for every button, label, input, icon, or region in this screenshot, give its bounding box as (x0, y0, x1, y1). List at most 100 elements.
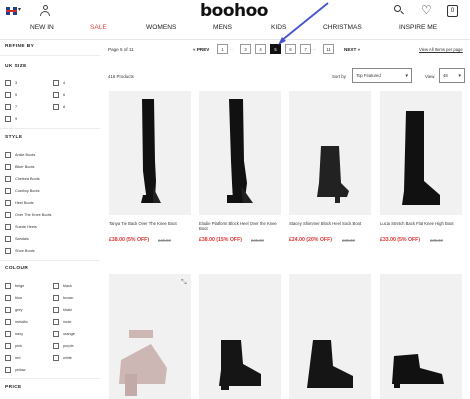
style-checkbox[interactable] (5, 212, 11, 218)
style-label: Sandals (15, 237, 29, 241)
colour-checkbox[interactable] (5, 283, 11, 289)
pagination-ellipsis: ... (230, 46, 234, 51)
product-image[interactable] (109, 91, 191, 215)
colour-label: grey (15, 308, 23, 312)
size-9-checkbox[interactable] (5, 116, 11, 122)
product-name[interactable]: Elodie Platform Block Heel Over the Knee… (199, 221, 281, 231)
nav-christmas[interactable]: CHRISTMAS (323, 24, 362, 31)
size-5-label: 5 (15, 93, 18, 97)
colour-checkbox[interactable] (5, 343, 11, 349)
style-checkbox[interactable] (5, 200, 11, 206)
nav-new-in[interactable]: NEW IN (30, 24, 54, 31)
colour-label: white (63, 356, 72, 360)
nav-mens[interactable]: MENS (213, 24, 232, 31)
nav-inspire-me[interactable]: INSPIRE ME (399, 24, 437, 31)
search-icon[interactable] (394, 5, 404, 15)
page-status: Page 5 of 11 (108, 47, 134, 52)
size-5-checkbox[interactable] (5, 92, 11, 98)
style-checkbox[interactable] (5, 248, 11, 254)
size-3-checkbox[interactable] (5, 80, 11, 86)
prev-page-button[interactable]: « PREV (193, 47, 209, 52)
style-checkbox[interactable] (5, 224, 11, 230)
uk-flag-icon[interactable] (6, 7, 17, 15)
chevron-down-icon[interactable]: ▾ (18, 6, 21, 13)
product-name[interactable]: Lucia Stretch Back Flat Knee High Boot (380, 221, 462, 226)
product-image[interactable] (109, 274, 191, 399)
colour-label: black (63, 284, 72, 288)
nav-kids[interactable]: KIDS (271, 24, 286, 31)
size-6-checkbox[interactable] (53, 92, 59, 98)
colour-label: blue (15, 296, 23, 300)
colour-checkbox[interactable] (53, 331, 59, 337)
style-checkbox[interactable] (5, 236, 11, 242)
price-heading[interactable]: PRICE (5, 385, 22, 390)
view-all-link[interactable]: View All Items per page (419, 47, 463, 52)
view-select[interactable]: 48 ▾ (439, 68, 465, 83)
product-old-price: £40.00 (158, 238, 171, 243)
colour-heading[interactable]: COLOUR (5, 266, 28, 271)
colour-checkbox[interactable] (5, 307, 11, 313)
page-1-button[interactable]: 1 (217, 44, 228, 54)
style-checkbox[interactable] (5, 152, 11, 158)
colour-checkbox[interactable] (53, 295, 59, 301)
product-image[interactable] (199, 91, 281, 215)
top-bar: ▾ boohoo ♡ 0 (0, 0, 470, 22)
size-4-checkbox[interactable] (53, 80, 59, 86)
product-image[interactable] (380, 274, 462, 399)
style-label: Ankle Boots (15, 153, 36, 157)
page-6-button[interactable]: 6 (285, 44, 296, 54)
zoom-icon[interactable]: ⤡ (181, 279, 189, 287)
colour-checkbox[interactable] (5, 295, 11, 301)
product-price: £38.00 (5% OFF) (109, 237, 150, 243)
size-8-checkbox[interactable] (53, 104, 59, 110)
colour-checkbox[interactable] (53, 283, 59, 289)
style-checkbox[interactable] (5, 176, 11, 182)
product-image[interactable] (199, 274, 281, 399)
page-4-button[interactable]: 4 (255, 44, 266, 54)
style-heading[interactable]: STYLE (5, 135, 22, 140)
page-5-button[interactable]: 5 (270, 44, 281, 54)
style-label: Over The Knee Boots (15, 213, 52, 217)
colour-label: brown (63, 296, 74, 300)
page-3-button[interactable]: 3 (240, 44, 251, 54)
product-image[interactable] (289, 91, 371, 215)
product-image[interactable] (380, 91, 462, 215)
wishlist-heart-icon[interactable]: ♡ (421, 3, 432, 17)
nav-womens[interactable]: WOMENS (146, 24, 176, 31)
page-11-button[interactable]: 11 (323, 44, 334, 54)
product-count: 416 Products (108, 74, 134, 79)
colour-checkbox[interactable] (5, 367, 11, 373)
colour-label: metallic (15, 320, 28, 324)
size-3-label: 3 (15, 81, 18, 85)
bag-icon[interactable]: 0 (447, 5, 458, 17)
size-7-checkbox[interactable] (5, 104, 11, 110)
colour-checkbox[interactable] (53, 355, 59, 361)
sock-boot-image (317, 146, 349, 203)
next-page-button[interactable]: NEXT » (344, 47, 360, 52)
main-nav: NEW IN SALE WOMENS MENS KIDS CHRISTMAS I… (0, 24, 470, 38)
logo[interactable]: boohoo (200, 1, 269, 21)
lace-up-boot-image (307, 340, 353, 388)
studded-boot-image (219, 340, 261, 390)
product-image[interactable] (289, 274, 371, 399)
colour-label: pink (15, 344, 22, 348)
product-name[interactable]: Stacey Shimmer Block Heel Sock Boot (289, 221, 371, 226)
colour-label: navy (15, 332, 24, 336)
colour-checkbox[interactable] (53, 319, 59, 325)
colour-checkbox[interactable] (5, 355, 11, 361)
size-6-label: 6 (63, 93, 66, 97)
page-7-button[interactable]: 7 (300, 44, 311, 54)
nav-sale[interactable]: SALE (90, 24, 107, 31)
colour-label: khaki (63, 308, 72, 312)
account-icon[interactable] (40, 5, 50, 16)
colour-checkbox[interactable] (5, 331, 11, 337)
product-name[interactable]: Tanya Tie Back Over The Knee Boot (109, 221, 191, 226)
style-checkbox[interactable] (5, 188, 11, 194)
colour-checkbox[interactable] (53, 343, 59, 349)
uk-size-heading[interactable]: UK SIZE (5, 64, 27, 69)
colour-checkbox[interactable] (5, 319, 11, 325)
colour-checkbox[interactable] (53, 307, 59, 313)
chevron-down-icon: ▾ (405, 73, 408, 79)
style-checkbox[interactable] (5, 164, 11, 170)
sort-select[interactable]: Top Featured ▾ (352, 68, 412, 83)
